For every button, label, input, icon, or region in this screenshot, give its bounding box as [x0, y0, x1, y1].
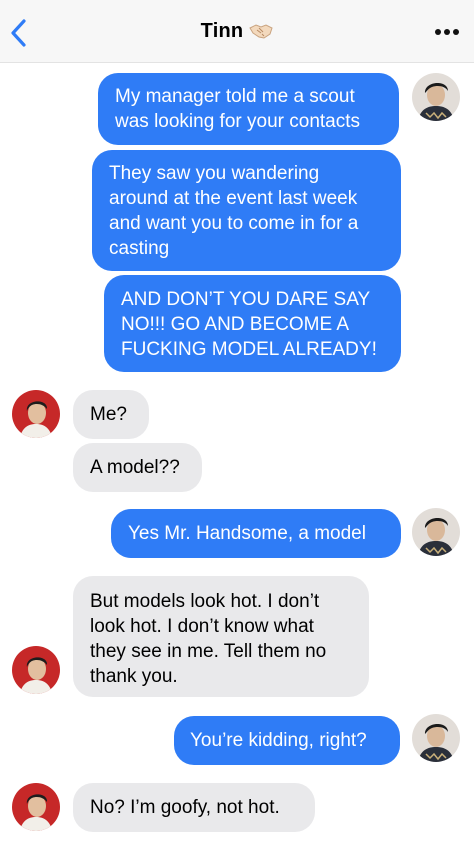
message-line: was looking for your contacts [115, 111, 361, 132]
avatar-photo-icon [12, 390, 60, 438]
contact-avatar[interactable] [12, 390, 60, 438]
more-dots-icon[interactable] [434, 28, 460, 36]
message-line: But models look hot. I don’t [90, 591, 320, 612]
message-line: around at the event last week [109, 188, 358, 209]
message-line: they see in me. Tell them no [90, 641, 327, 662]
avatar-photo-icon [412, 714, 460, 762]
message-line: FUCKING MODEL ALREADY! [121, 339, 377, 360]
avatar-photo-icon [12, 783, 60, 831]
message-bubble-sent[interactable]: AND DON’T YOU DARE SAY NO!!! GO AND BECO… [104, 275, 401, 372]
avatar-photo-icon [12, 646, 60, 694]
message-line: A model?? [90, 457, 180, 478]
message-line: casting [109, 238, 170, 259]
avatar-photo-icon [412, 508, 460, 556]
message-line: thank you. [90, 666, 178, 687]
message-bubble-received[interactable]: No? I’m goofy, not hot. [73, 783, 315, 832]
message-line: NO!!! GO AND BECOME A [121, 314, 350, 335]
message-bubble-sent[interactable]: You’re kidding, right? [174, 716, 400, 765]
message-line: No? I’m goofy, not hot. [90, 797, 280, 818]
message-line: You’re kidding, right? [190, 730, 367, 751]
message-bubble-sent[interactable]: They saw you wandering around at the eve… [92, 150, 401, 271]
my-avatar[interactable] [412, 714, 460, 762]
message-line: AND DON’T YOU DARE SAY [121, 289, 371, 310]
message-bubble-sent[interactable]: My manager told me a scout was looking f… [98, 73, 399, 145]
message-line: My manager told me a scout [115, 86, 355, 107]
my-avatar[interactable] [412, 73, 460, 121]
avatar-photo-icon [412, 73, 460, 121]
contact-avatar[interactable] [12, 783, 60, 831]
contact-title[interactable]: Tinn [0, 20, 474, 43]
message-line: Yes Mr. Handsome, a model [128, 523, 366, 544]
message-bubble-received[interactable]: Me? [73, 390, 149, 439]
message-line: Me? [90, 404, 127, 425]
message-bubble-received[interactable]: But models look hot. I don’t look hot. I… [73, 576, 369, 697]
message-line: look hot. I don’t know what [90, 616, 314, 637]
message-bubble-received[interactable]: A model?? [73, 443, 202, 492]
conversation-header: Tinn [0, 0, 474, 63]
contact-avatar[interactable] [12, 646, 60, 694]
message-line: and want you to come in for a [109, 213, 359, 234]
contact-name: Tinn [200, 20, 244, 42]
handshake-emoji-icon [249, 24, 273, 39]
message-bubble-sent[interactable]: Yes Mr. Handsome, a model [111, 509, 401, 558]
message-line: They saw you wandering [109, 163, 320, 184]
my-avatar[interactable] [412, 508, 460, 556]
